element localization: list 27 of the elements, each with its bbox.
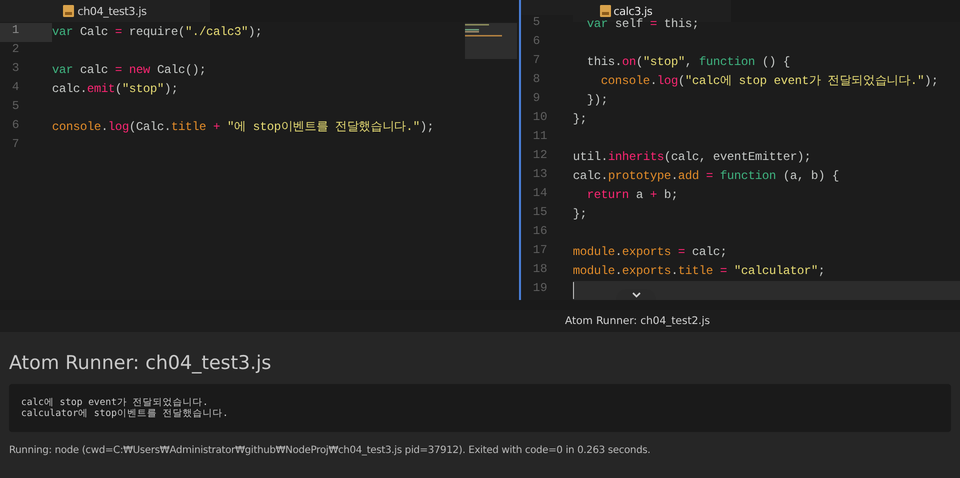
line-number: 1: [0, 23, 52, 42]
output-line: calculator에 stop이벤트를 전달했습니다.: [21, 408, 230, 419]
status-message: Running: node (cwd=C:₩Users₩Administrator₩github₩NodeProj₩ch04_test3.js pid=37912). Exited with code=0 in 0.263 seconds.: [9, 445, 652, 456]
line-number: 19: [520, 281, 573, 300]
output-line: calc에 stop event가 전달되었습니다.: [21, 397, 210, 408]
code-line: return a + b;: [586, 187, 678, 204]
code-line: var Calc = require("./calc3");: [52, 24, 262, 41]
panel-title: Atom Runner: ch04_test2.js: [565, 315, 710, 327]
minimap-drawing[interactable]: [464, 23, 517, 59]
js-file-icon: [63, 5, 74, 17]
code-line: console.log("calc에 stop event가 전달되었습니다.");: [600, 73, 938, 90]
code-line: calc.emit("stop");: [52, 81, 178, 98]
code-line: };: [572, 206, 587, 223]
code-line: util.inherits(calc, eventEmitter);: [572, 149, 811, 166]
code-line: });: [586, 92, 608, 109]
code-line: console.log(Calc.title + "에 stop이벤트를 전달했습니다.");: [52, 119, 434, 136]
js-file-icon: [600, 5, 611, 17]
file-tab[interactable]: ch04_test3.js: [0, 0, 210, 22]
code-line: module.exports = calc;: [572, 244, 727, 261]
code-line: var calc = new Calc();: [52, 62, 206, 79]
chevron-down-icon: [632, 292, 640, 298]
code-line: };: [572, 111, 587, 128]
code-line: calc.prototype.add = function (a, b) {: [572, 168, 840, 185]
runner-heading: Atom Runner: ch04_test3.js: [9, 352, 272, 374]
code-line: module.exports.title = "calculator";: [572, 263, 826, 280]
code-line: this.on("stop", function () {: [586, 54, 790, 71]
text-cursor: [572, 282, 574, 299]
